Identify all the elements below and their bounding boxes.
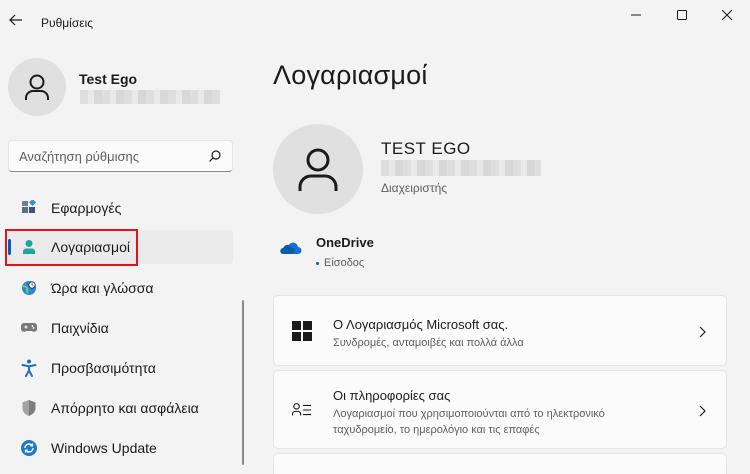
card-description: Λογαριασμοί που χρησιμοποιούνται από το … — [333, 408, 605, 436]
sidebar-item-label: Παιχνίδια — [51, 320, 109, 336]
close-button[interactable] — [704, 0, 750, 30]
windows-update-icon — [20, 439, 38, 457]
search-input[interactable] — [19, 147, 199, 165]
sidebar-profile[interactable]: Test Ego — [8, 58, 238, 118]
search-icon[interactable] — [208, 149, 222, 163]
page-title: Λογαριασμοί — [273, 60, 428, 90]
gaming-icon — [20, 319, 38, 337]
card-title: Ο Λογαριασμός Microsoft σας. — [333, 317, 509, 332]
person-icon — [298, 148, 338, 191]
time-language-icon — [20, 279, 38, 297]
settings-card-partial[interactable] — [273, 453, 727, 474]
sidebar-item-windows-update[interactable]: Windows Update — [8, 431, 233, 465]
minimize-button[interactable] — [613, 0, 659, 30]
app-title: Ρυθμίσεις — [41, 16, 94, 30]
redacted-account-email — [381, 160, 541, 176]
status-dot — [316, 261, 319, 265]
highlight-annotation — [5, 229, 138, 266]
avatar — [8, 58, 66, 116]
onedrive-title: OneDrive — [316, 235, 374, 250]
minimize-icon — [631, 14, 641, 16]
person-info-icon — [292, 400, 312, 420]
title-bar: Ρυθμίσεις — [0, 0, 750, 44]
account-avatar[interactable] — [273, 124, 363, 214]
chevron-right-icon — [699, 326, 706, 338]
sidebar-item-label: Ώρα και γλώσσα — [51, 280, 154, 296]
your-info-card[interactable]: Οι πληροφορίες σας Λογαριασμοί που χρησι… — [273, 370, 727, 449]
chevron-right-icon — [699, 405, 706, 417]
person-icon — [25, 74, 49, 100]
sidebar-item-time-language[interactable]: Ώρα και γλώσσα — [8, 271, 233, 305]
maximize-button[interactable] — [659, 0, 705, 30]
maximize-icon — [677, 10, 687, 20]
card-description: Συνδρομές, ανταμοιβές και πολλά άλλα — [333, 337, 524, 349]
card-title: Οι πληροφορίες σας — [333, 388, 451, 403]
sidebar-item-label: Απόρρητο και ασφάλεια — [51, 400, 199, 416]
onedrive-signin-link[interactable]: Είσοδος — [316, 257, 364, 269]
sidebar-item-apps[interactable]: Εφαρμογές — [8, 191, 233, 225]
search-box[interactable] — [8, 140, 233, 172]
sidebar-item-accessibility[interactable]: Προσβασιμότητα — [8, 351, 233, 385]
shield-icon — [20, 399, 38, 417]
account-name: TEST EGO — [381, 139, 471, 158]
back-arrow-icon — [9, 14, 22, 26]
sidebar-scrollbar[interactable] — [242, 300, 244, 465]
back-button[interactable] — [6, 10, 26, 30]
sidebar-item-label: Εφαρμογές — [51, 200, 122, 216]
onedrive-icon[interactable] — [280, 240, 302, 256]
apps-icon — [20, 199, 38, 217]
profile-name: Test Ego — [79, 71, 138, 87]
redacted-email — [80, 90, 220, 104]
sidebar-item-privacy-security[interactable]: Απόρρητο και ασφάλεια — [8, 391, 233, 425]
close-icon — [722, 10, 732, 20]
microsoft-account-card[interactable]: Ο Λογαριασμός Microsoft σας. Συνδρομές, … — [273, 295, 727, 366]
sidebar-item-label: Προσβασιμότητα — [51, 360, 156, 376]
sidebar-item-gaming[interactable]: Παιχνίδια — [8, 311, 233, 345]
accessibility-icon — [20, 359, 38, 377]
sidebar-item-label: Windows Update — [51, 440, 157, 456]
microsoft-logo-icon — [292, 321, 312, 341]
onedrive-status-text: Είσοδος — [324, 257, 365, 269]
account-role: Διαχειριστής — [381, 181, 448, 195]
